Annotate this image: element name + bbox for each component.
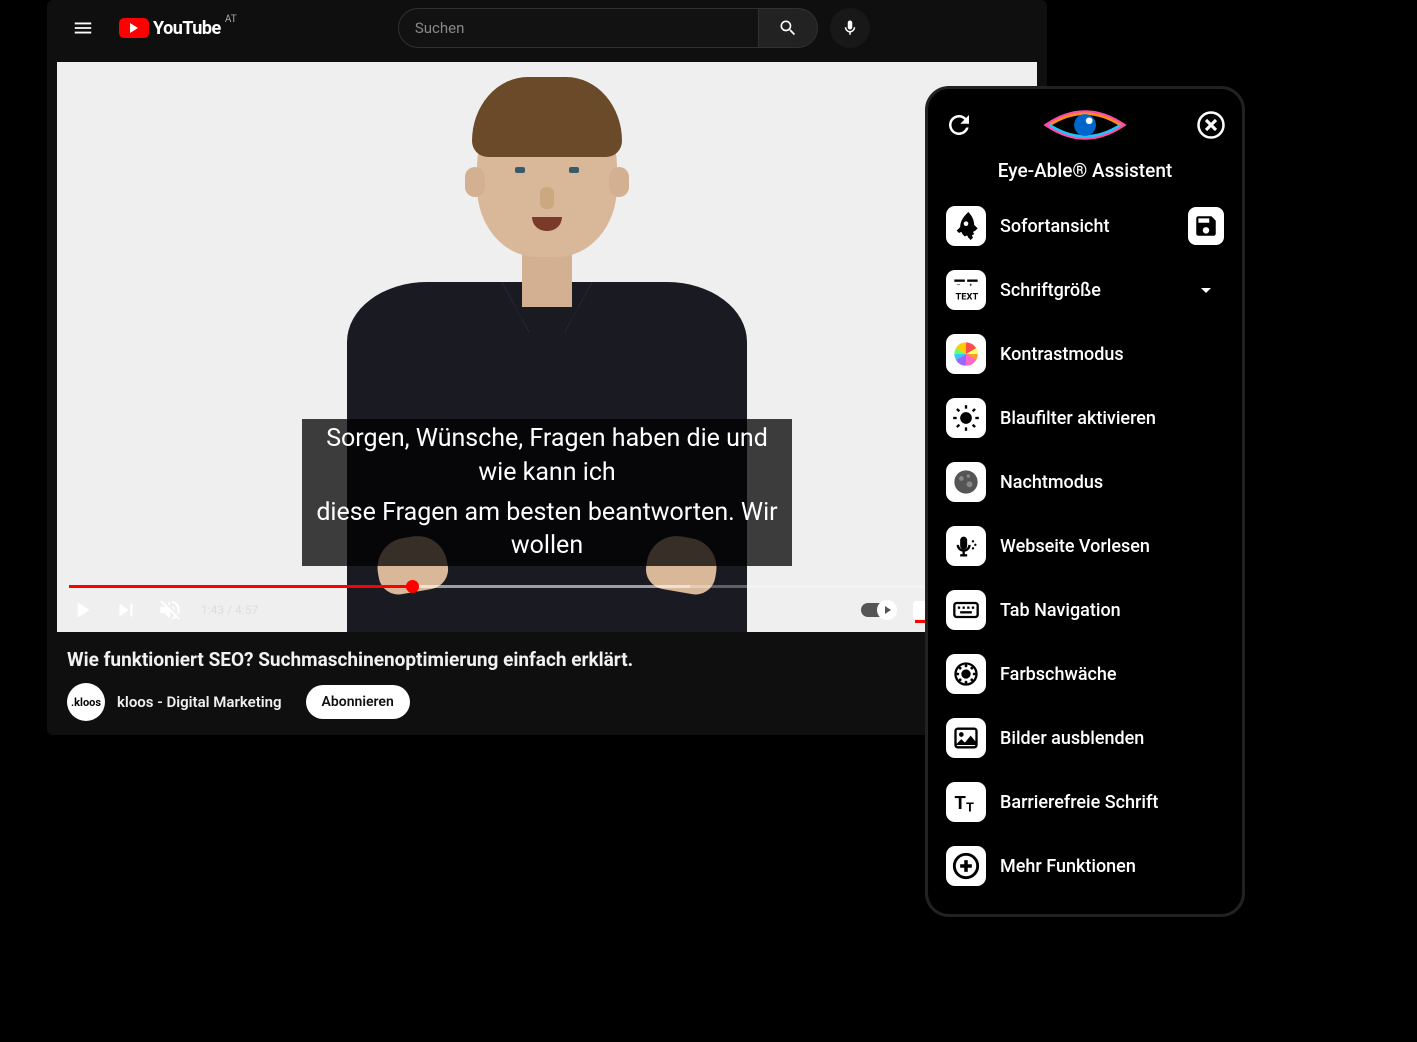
eyeable-item-label: Blaufilter aktivieren (1000, 408, 1174, 429)
night-icon (946, 462, 986, 502)
eyeable-item-night[interactable]: Nachtmodus (938, 450, 1232, 514)
search-box (398, 8, 818, 48)
next-icon (113, 597, 139, 623)
youtube-window: YouTube AT (47, 0, 1047, 735)
time-display: 1:43 / 4:57 (201, 603, 258, 617)
eyeable-item-image[interactable]: Bilder ausblenden (938, 706, 1232, 770)
textsize-icon: — + TEXT (946, 270, 986, 310)
eyeable-item-label: Schriftgröße (1000, 280, 1174, 301)
video-meta: Wie funktioniert SEO? Suchmaschinenoptim… (47, 632, 1047, 735)
eyeable-item-plus[interactable]: Mehr Funktionen (938, 834, 1232, 898)
video-player[interactable]: Sorgen, Wünsche, Fragen haben die und wi… (57, 62, 1037, 632)
save-icon (1193, 213, 1219, 239)
eyeable-item-trail[interactable] (1188, 207, 1224, 245)
close-icon (1196, 110, 1226, 140)
eye-icon (1043, 103, 1127, 147)
youtube-header: YouTube AT (47, 0, 1047, 56)
eyeable-top-row (938, 99, 1232, 155)
eyeable-item-label: Barrierefreie Schrift (1000, 792, 1174, 813)
eyeable-item-label: Nachtmodus (1000, 472, 1174, 493)
eyeable-item-bluefilter[interactable]: Blaufilter aktivieren (938, 386, 1232, 450)
reload-button[interactable] (944, 110, 974, 140)
eyeable-item-label: Webseite Vorlesen (1000, 536, 1174, 557)
play-icon (69, 597, 95, 623)
menu-button[interactable] (63, 8, 103, 48)
svg-text:+: + (970, 284, 973, 289)
svg-text:T: T (966, 800, 974, 815)
eyeable-panel: Eye-Able® Assistent Sofortansicht—+TEXTS… (925, 86, 1245, 917)
voice-search-button[interactable] (830, 8, 870, 48)
eyeable-item-label: Bilder ausblenden (1000, 728, 1174, 749)
youtube-logo[interactable]: YouTube AT (119, 18, 221, 39)
colorwheel-icon (946, 334, 986, 374)
eyeable-item-colorwheel[interactable]: Kontrastmodus (938, 322, 1232, 386)
country-code: AT (225, 14, 237, 25)
svg-text:—: — (957, 284, 961, 289)
svg-text:TEXT: TEXT (956, 291, 979, 302)
mute-button[interactable] (157, 597, 183, 623)
caption-line-1: Sorgen, Wünsche, Fragen haben die und wi… (302, 419, 792, 493)
reload-icon (944, 110, 974, 140)
video-title: Wie funktioniert SEO? Suchmaschinenoptim… (67, 648, 1027, 671)
channel-avatar[interactable]: .kloos (67, 683, 105, 721)
eyeable-item-textsize[interactable]: — + TEXT Schriftgröße (938, 258, 1232, 322)
channel-name[interactable]: kloos - Digital Marketing (117, 693, 282, 711)
eyeable-item-label: Tab Navigation (1000, 600, 1174, 621)
mic-icon (841, 19, 859, 37)
captions: Sorgen, Wünsche, Fragen haben die und wi… (302, 419, 792, 566)
plus-icon (946, 846, 986, 886)
svg-text:T: T (954, 792, 966, 814)
font-icon: TT (946, 782, 986, 822)
save-button[interactable] (1188, 207, 1224, 245)
play-button[interactable] (69, 597, 95, 623)
bluefilter-icon (946, 398, 986, 438)
rocket-icon (946, 206, 986, 246)
caption-line-2: diese Fragen am besten beantworten. Wir … (302, 493, 792, 567)
channel-row: .kloos kloos - Digital Marketing Abonnie… (67, 683, 1027, 721)
search-button[interactable] (758, 8, 818, 48)
time-total: 4:57 (235, 603, 258, 617)
youtube-logo-text: YouTube (153, 18, 221, 39)
eyeable-title-row: Eye-Able® Assistent (938, 155, 1232, 194)
eyeable-title: Eye-Able® Assistent (952, 159, 1218, 182)
eyeable-item-label: Sofortansicht (1000, 216, 1174, 237)
colorblind-icon (946, 654, 986, 694)
close-button[interactable] (1196, 110, 1226, 140)
search-container (237, 8, 1031, 48)
chevron-down-icon (1194, 278, 1218, 302)
eyeable-item-speak[interactable]: Webseite Vorlesen (938, 514, 1232, 578)
time-current: 1:43 (201, 603, 224, 617)
subscribe-button[interactable]: Abonnieren (306, 685, 410, 719)
eyeable-item-label: Mehr Funktionen (1000, 856, 1174, 877)
volume-muted-icon (157, 597, 183, 623)
next-button[interactable] (113, 597, 139, 623)
eyeable-logo (1043, 103, 1127, 147)
image-icon (946, 718, 986, 758)
eyeable-item-label: Farbschwäche (1000, 664, 1174, 685)
speak-icon (946, 526, 986, 566)
keyboard-icon (946, 590, 986, 630)
eyeable-item-trail (1188, 278, 1224, 302)
hamburger-icon (72, 17, 94, 39)
search-input[interactable] (398, 8, 758, 48)
autoplay-toggle[interactable] (861, 603, 895, 617)
eyeable-item-font[interactable]: TT Barrierefreie Schrift (938, 770, 1232, 834)
eyeable-item-rocket[interactable]: Sofortansicht (938, 194, 1232, 258)
search-icon (778, 18, 798, 38)
player-controls: 1:43 / 4:57 HD (57, 588, 1037, 632)
eyeable-item-keyboard[interactable]: Tab Navigation (938, 578, 1232, 642)
eyeable-items: Sofortansicht — + TEXT Schriftgröße Kontrastm… (938, 194, 1232, 898)
youtube-play-icon (119, 18, 149, 38)
eyeable-item-label: Kontrastmodus (1000, 344, 1174, 365)
eyeable-item-colorblind[interactable]: Farbschwäche (938, 642, 1232, 706)
